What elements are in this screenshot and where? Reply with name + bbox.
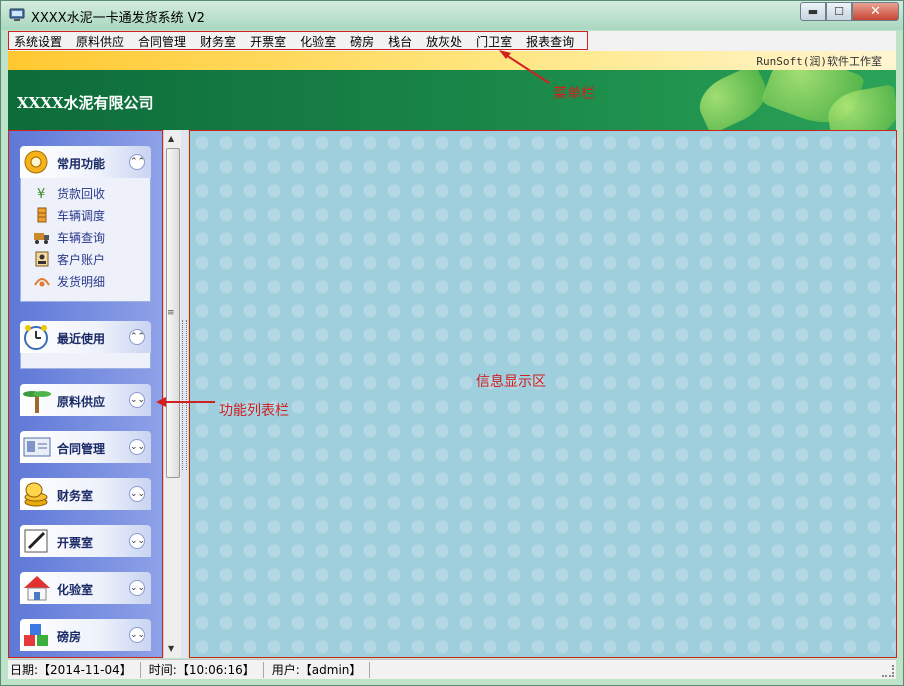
menu-item[interactable]: 化验室 — [300, 33, 336, 50]
menu-item[interactable]: 栈台 — [388, 33, 412, 50]
menu-item[interactable]: 合同管理 — [138, 33, 186, 50]
panel-group-label: 开票室 — [57, 536, 94, 550]
panel-sub-item[interactable]: 发货明细 — [33, 272, 105, 290]
app-icon — [9, 8, 25, 21]
vendor-strip: RunSoft(润)软件工作室 — [8, 51, 896, 70]
panel-group-label: 最近使用 — [57, 332, 106, 346]
panel-group-header[interactable]: 最近使用 ⌃⌃ — [20, 321, 151, 353]
scroll-grip-icon: ≡ — [167, 308, 175, 318]
status-user: 用户:【admin】 — [270, 661, 371, 678]
panel-group-header[interactable]: 开票室 ⌄⌄ — [20, 525, 151, 557]
panel-sub-item[interactable]: 车辆调度 — [33, 206, 105, 224]
expand-chevron-icon[interactable]: ⌄⌄ — [129, 627, 145, 643]
window-controls: ▬ ☐ ✕ — [800, 2, 899, 21]
account-icon — [33, 251, 51, 267]
panel-group-header[interactable]: 磅房 ⌄⌄ — [20, 619, 151, 651]
vendor-label: RunSoft(润)软件工作室 — [756, 55, 882, 68]
info-area-label: 信息显示区 — [476, 374, 546, 390]
menu-item[interactable]: 财务室 — [200, 33, 236, 50]
panel-group-label: 磅房 — [57, 630, 82, 644]
menu-bar-annotation: 菜单栏 — [553, 86, 595, 102]
panel-sub-item-label: 客户账户 — [57, 252, 106, 267]
expand-chevron-icon[interactable]: ⌄⌄ — [129, 580, 145, 596]
panel-sub-item[interactable]: 客户账户 — [33, 250, 105, 268]
app-window: XXXX水泥一卡通发货系统 V2 ▬ ☐ ✕ 系统设置 原料供应 合同管理 财务室 开票… — [0, 0, 904, 686]
collapse-chevron-icon[interactable]: ⌃⌃ — [129, 154, 145, 170]
status-bar: 日期:【2014-11-04】 时间:【10:06:16】 用户:【admin】 — [8, 659, 896, 679]
info-display-area: 信息显示区 — [189, 130, 897, 658]
house-icon — [22, 574, 52, 602]
id-card-icon — [22, 433, 52, 461]
delivery-icon — [33, 273, 51, 289]
svg-text:¥: ¥ — [37, 187, 45, 201]
pen-icon — [22, 527, 52, 555]
panel-group-body: ¥ 货款回收车辆调度车辆查询客户账户发货明细 — [20, 178, 151, 302]
menu-items: 系统设置 原料供应 合同管理 财务室 开票室 化验室 磅房 栈台 放灰处 门卫室 报表查询 — [14, 33, 588, 50]
status-time: 时间:【10:06:16】 — [147, 661, 264, 678]
minimize-button[interactable]: ▬ — [800, 2, 826, 21]
dispatch-icon — [33, 207, 51, 223]
collapse-chevron-icon[interactable]: ⌃⌃ — [129, 329, 145, 345]
panel-group-header[interactable]: 合同管理 ⌄⌄ — [20, 431, 151, 463]
panel-sub-item-label: 货款回收 — [57, 186, 106, 201]
title-bar[interactable]: XXXX水泥一卡通发货系统 V2 ▬ ☐ ✕ — [1, 1, 903, 30]
panel-splitter[interactable] — [181, 130, 188, 658]
cubes-icon — [22, 621, 52, 649]
resize-grip-icon[interactable] — [882, 665, 894, 677]
panel-group-label: 合同管理 — [57, 442, 106, 456]
panel-group-header[interactable]: 财务室 ⌄⌄ — [20, 478, 151, 510]
gear-icon — [22, 148, 52, 176]
menu-item[interactable]: 放灰处 — [426, 33, 462, 50]
panel-group-header[interactable]: 常用功能 ⌃⌃ — [20, 146, 151, 178]
maximize-button[interactable]: ☐ — [826, 2, 852, 21]
menu-item[interactable]: 磅房 — [350, 33, 374, 50]
coins-icon — [22, 480, 52, 508]
panel-scrollbar[interactable]: ▲ ≡ ▼ — [163, 130, 181, 658]
menu-bar: 系统设置 原料供应 合同管理 财务室 开票室 化验室 磅房 栈台 放灰处 门卫室 报表查询 — [8, 31, 896, 51]
alarm-clock-icon — [22, 323, 52, 351]
yen-icon: ¥ — [33, 185, 51, 202]
expand-chevron-icon[interactable]: ⌄⌄ — [129, 486, 145, 502]
expand-chevron-icon[interactable]: ⌄⌄ — [129, 392, 145, 408]
menu-item[interactable]: 系统设置 — [14, 33, 62, 50]
panel-sub-item-label: 发货明细 — [57, 274, 106, 289]
panel-group-header[interactable]: 原料供应 ⌄⌄ — [20, 384, 151, 416]
panel-group-label: 原料供应 — [57, 395, 106, 409]
splitter-grip[interactable] — [182, 320, 187, 470]
function-list-panel: 常用功能 ⌃⌃ ¥ 货款回收 车辆调度 车辆查询 客户账户 发货明细 最近使用 ⌃⌃ 原料供应 ⌄⌄ 合… — [8, 130, 163, 658]
panel-group-label: 化验室 — [57, 583, 94, 597]
scroll-up-arrow-icon[interactable]: ▲ — [168, 134, 174, 143]
panel-sub-item-label: 车辆查询 — [57, 230, 106, 245]
menu-item[interactable]: 门卫室 — [476, 33, 512, 50]
menu-item[interactable]: 开票室 — [250, 33, 286, 50]
panel-sub-item-label: 车辆调度 — [57, 208, 106, 223]
menu-item[interactable]: 报表查询 — [526, 33, 574, 50]
function-panel-annotation: 功能列表栏 — [219, 403, 289, 419]
truck-icon — [33, 229, 51, 245]
status-date: 日期:【2014-11-04】 — [8, 661, 141, 678]
company-name: XXXX水泥有限公司 — [17, 94, 154, 112]
panel-group-header[interactable]: 化验室 ⌄⌄ — [20, 572, 151, 604]
palm-tree-icon — [22, 386, 52, 414]
panel-group-label: 常用功能 — [57, 157, 106, 171]
menu-item[interactable]: 原料供应 — [76, 33, 124, 50]
close-button[interactable]: ✕ — [852, 2, 899, 21]
panel-sub-item[interactable]: 车辆查询 — [33, 228, 105, 246]
panel-group-label: 财务室 — [57, 489, 94, 503]
company-banner: XXXX水泥有限公司 — [8, 70, 896, 130]
panel-group-body — [20, 353, 151, 369]
expand-chevron-icon[interactable]: ⌄⌄ — [129, 439, 145, 455]
window-title: XXXX水泥一卡通发货系统 V2 — [31, 11, 205, 26]
scroll-down-arrow-icon[interactable]: ▼ — [168, 644, 174, 653]
expand-chevron-icon[interactable]: ⌄⌄ — [129, 533, 145, 549]
panel-sub-item[interactable]: ¥ 货款回收 — [33, 184, 106, 203]
